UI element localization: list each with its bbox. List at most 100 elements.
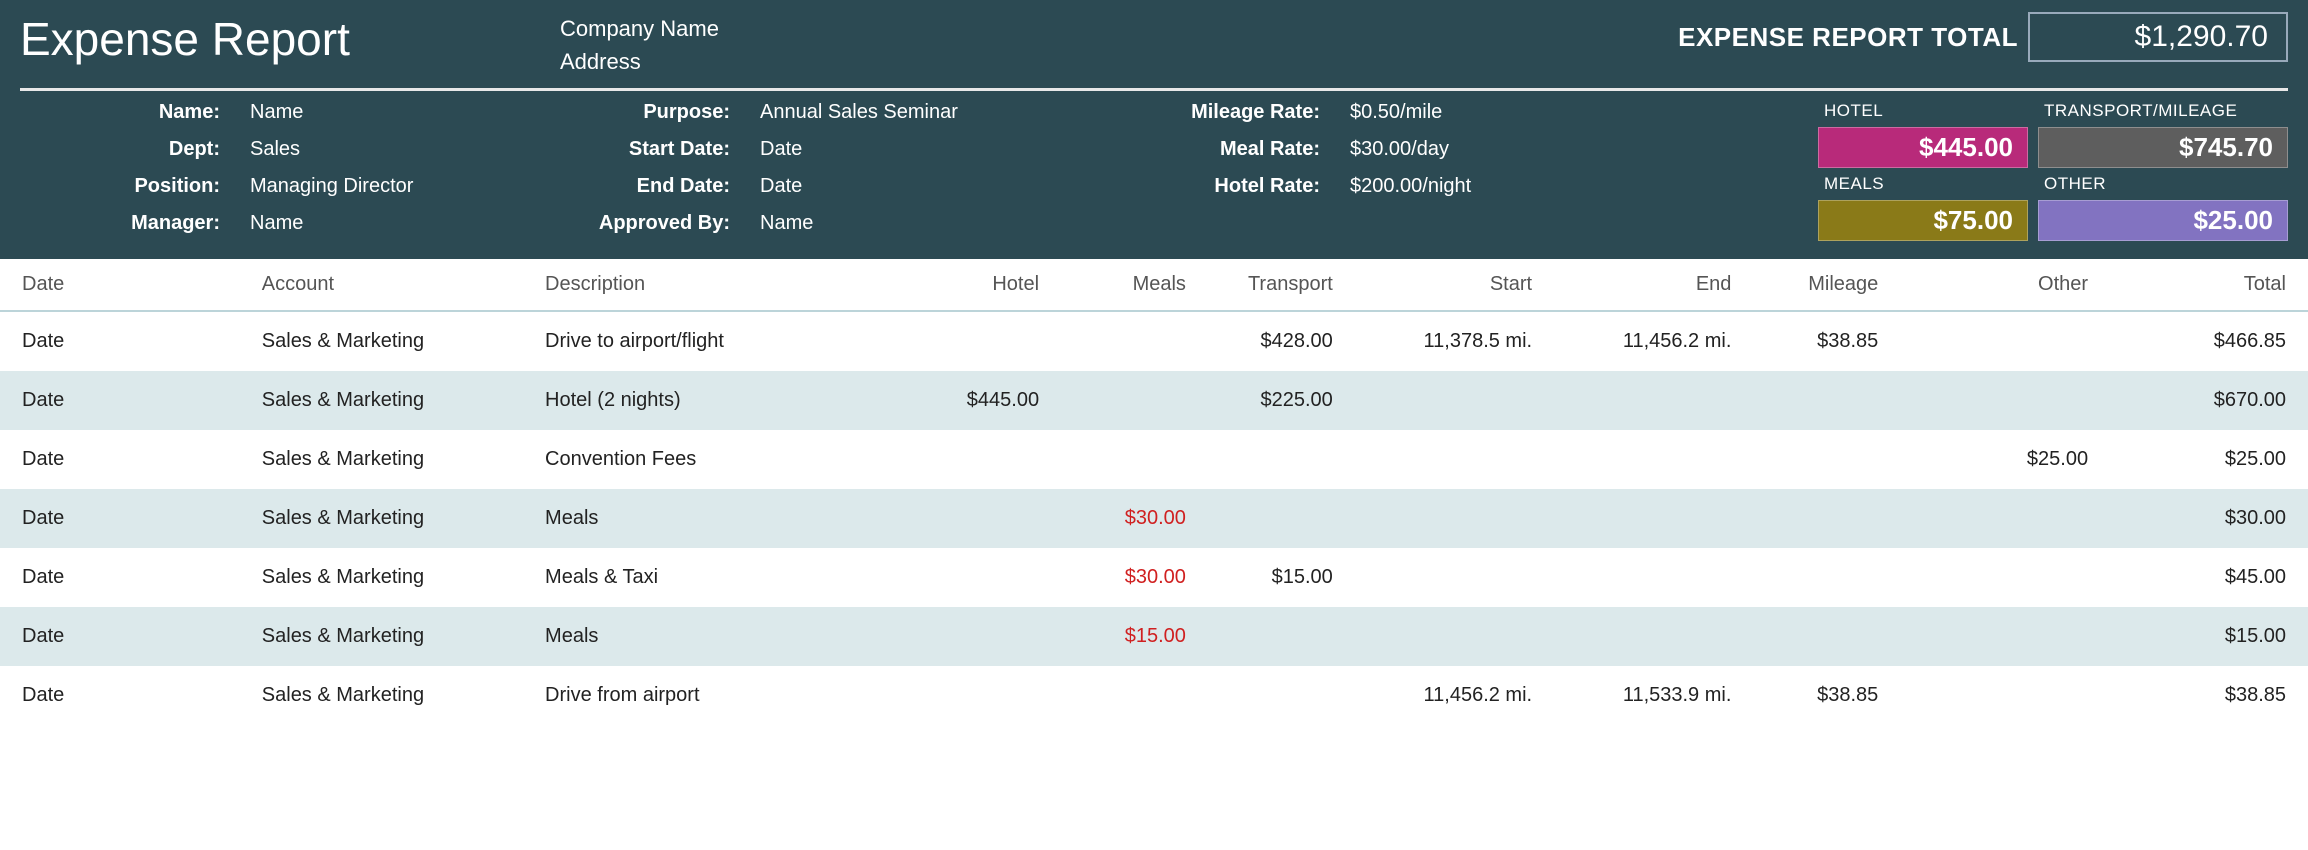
cell-date[interactable]: Date <box>0 311 252 371</box>
cell-hotel[interactable] <box>902 607 1049 666</box>
cell-meals[interactable]: $30.00 <box>1049 548 1196 607</box>
cell-other[interactable] <box>1888 548 2098 607</box>
cell-description[interactable]: Meals <box>535 607 902 666</box>
cell-mileage[interactable] <box>1741 371 1888 430</box>
cell-meals[interactable] <box>1049 666 1196 725</box>
cell-end[interactable] <box>1542 371 1741 430</box>
th-end[interactable]: End <box>1542 259 1741 311</box>
cell-start[interactable]: 11,378.5 mi. <box>1343 311 1542 371</box>
cell-start[interactable] <box>1343 371 1542 430</box>
table-row[interactable]: DateSales & MarketingDrive from airport 1… <box>0 666 2308 725</box>
cell-hotel[interactable] <box>902 311 1049 371</box>
table-header-row: Date Account Description Hotel Meals Tra… <box>0 259 2308 311</box>
th-meals[interactable]: Meals <box>1049 259 1196 311</box>
cell-mileage[interactable] <box>1741 489 1888 548</box>
cell-start[interactable] <box>1343 430 1542 489</box>
cell-start[interactable]: 11,456.2 mi. <box>1343 666 1542 725</box>
th-date[interactable]: Date <box>0 259 252 311</box>
cell-date[interactable]: Date <box>0 666 252 725</box>
cell-description[interactable]: Hotel (2 nights) <box>535 371 902 430</box>
cell-transport[interactable] <box>1196 430 1343 489</box>
cell-meals[interactable]: $15.00 <box>1049 607 1196 666</box>
cell-description[interactable]: Convention Fees <box>535 430 902 489</box>
cell-total[interactable]: $30.00 <box>2098 489 2308 548</box>
th-account[interactable]: Account <box>252 259 535 311</box>
cell-account[interactable]: Sales & Marketing <box>252 489 535 548</box>
cell-other[interactable] <box>1888 371 2098 430</box>
cell-hotel[interactable] <box>902 430 1049 489</box>
value-end-date: Date <box>760 175 1060 198</box>
cell-mileage[interactable]: $38.85 <box>1741 311 1888 371</box>
cell-transport[interactable] <box>1196 489 1343 548</box>
cell-end[interactable] <box>1542 489 1741 548</box>
cell-other[interactable] <box>1888 607 2098 666</box>
cell-total[interactable]: $45.00 <box>2098 548 2308 607</box>
th-total[interactable]: Total <box>2098 259 2308 311</box>
cell-end[interactable] <box>1542 607 1741 666</box>
cell-transport[interactable]: $225.00 <box>1196 371 1343 430</box>
cell-hotel[interactable] <box>902 489 1049 548</box>
th-mileage[interactable]: Mileage <box>1741 259 1888 311</box>
cell-other[interactable] <box>1888 489 2098 548</box>
cell-hotel[interactable] <box>902 666 1049 725</box>
cell-date[interactable]: Date <box>0 489 252 548</box>
cell-end[interactable] <box>1542 548 1741 607</box>
cell-account[interactable]: Sales & Marketing <box>252 430 535 489</box>
table-row[interactable]: DateSales & MarketingMeals $15.00 $15.00 <box>0 607 2308 666</box>
table-row[interactable]: DateSales & MarketingDrive to airport/fl… <box>0 311 2308 371</box>
th-transport[interactable]: Transport <box>1196 259 1343 311</box>
cell-date[interactable]: Date <box>0 548 252 607</box>
cell-mileage[interactable] <box>1741 430 1888 489</box>
cell-total[interactable]: $670.00 <box>2098 371 2308 430</box>
cell-total[interactable]: $25.00 <box>2098 430 2308 489</box>
cell-account[interactable]: Sales & Marketing <box>252 371 535 430</box>
th-start[interactable]: Start <box>1343 259 1542 311</box>
th-description[interactable]: Description <box>535 259 902 311</box>
label-meal-rate: Meal Rate: <box>1060 138 1320 161</box>
cell-transport[interactable] <box>1196 607 1343 666</box>
th-hotel[interactable]: Hotel <box>902 259 1049 311</box>
table-row[interactable]: DateSales & MarketingConvention Fees $25.… <box>0 430 2308 489</box>
cell-account[interactable]: Sales & Marketing <box>252 311 535 371</box>
th-other[interactable]: Other <box>1888 259 2098 311</box>
cell-total[interactable]: $466.85 <box>2098 311 2308 371</box>
cat-hotel-value: $445.00 <box>1818 127 2028 168</box>
cell-total[interactable]: $15.00 <box>2098 607 2308 666</box>
cell-start[interactable] <box>1343 489 1542 548</box>
cell-date[interactable]: Date <box>0 430 252 489</box>
cell-meals[interactable] <box>1049 430 1196 489</box>
table-row[interactable]: DateSales & MarketingMeals & Taxi$30.00$… <box>0 548 2308 607</box>
cell-hotel[interactable]: $445.00 <box>902 371 1049 430</box>
cell-other[interactable] <box>1888 311 2098 371</box>
cell-description[interactable]: Meals <box>535 489 902 548</box>
cell-mileage[interactable]: $38.85 <box>1741 666 1888 725</box>
table-row[interactable]: DateSales & MarketingHotel (2 nights)$44… <box>0 371 2308 430</box>
cell-description[interactable]: Meals & Taxi <box>535 548 902 607</box>
cell-description[interactable]: Drive to airport/flight <box>535 311 902 371</box>
cell-other[interactable]: $25.00 <box>1888 430 2098 489</box>
cell-date[interactable]: Date <box>0 607 252 666</box>
cell-account[interactable]: Sales & Marketing <box>252 666 535 725</box>
cell-mileage[interactable] <box>1741 607 1888 666</box>
cell-end[interactable] <box>1542 430 1741 489</box>
cell-transport[interactable]: $15.00 <box>1196 548 1343 607</box>
cell-other[interactable] <box>1888 666 2098 725</box>
cell-account[interactable]: Sales & Marketing <box>252 607 535 666</box>
cell-hotel[interactable] <box>902 548 1049 607</box>
cell-start[interactable] <box>1343 607 1542 666</box>
cell-end[interactable]: 11,456.2 mi. <box>1542 311 1741 371</box>
table-row[interactable]: DateSales & MarketingMeals $30.00 $30.00 <box>0 489 2308 548</box>
cell-transport[interactable]: $428.00 <box>1196 311 1343 371</box>
cell-start[interactable] <box>1343 548 1542 607</box>
cell-mileage[interactable] <box>1741 548 1888 607</box>
cell-meals[interactable]: $30.00 <box>1049 489 1196 548</box>
cell-meals[interactable] <box>1049 371 1196 430</box>
cell-total[interactable]: $38.85 <box>2098 666 2308 725</box>
cell-transport[interactable] <box>1196 666 1343 725</box>
cell-date[interactable]: Date <box>0 371 252 430</box>
cell-meals[interactable] <box>1049 311 1196 371</box>
cell-end[interactable]: 11,533.9 mi. <box>1542 666 1741 725</box>
cell-account[interactable]: Sales & Marketing <box>252 548 535 607</box>
title-row: Expense Report Company Name Address EXPE… <box>20 12 2288 91</box>
cell-description[interactable]: Drive from airport <box>535 666 902 725</box>
